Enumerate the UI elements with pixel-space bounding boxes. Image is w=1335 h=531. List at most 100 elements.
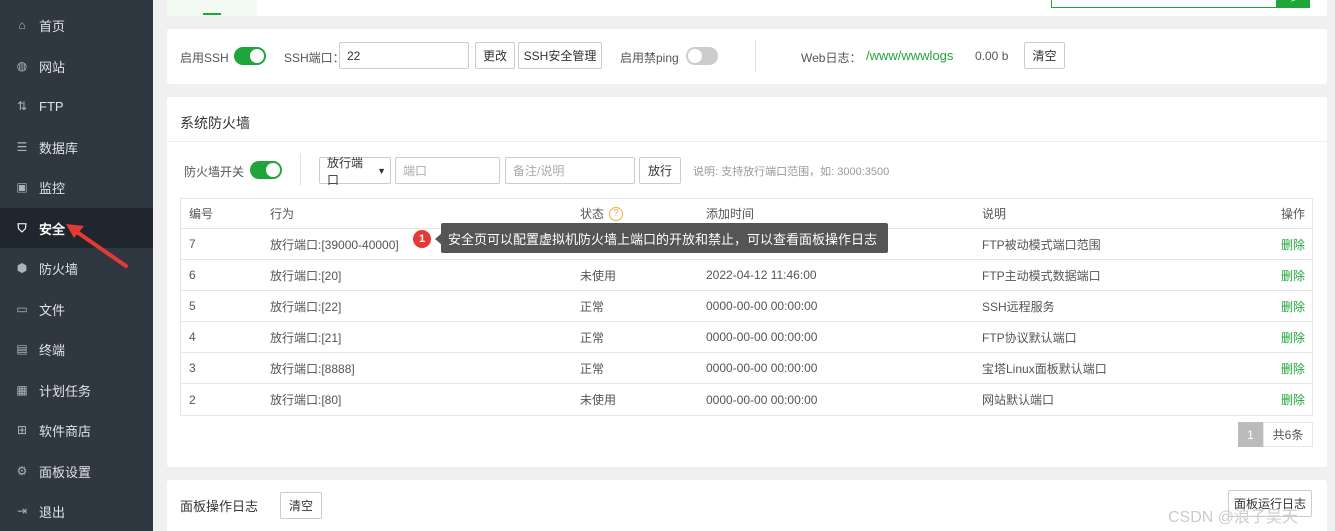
sidebar-item-label: 首页 <box>39 18 66 34</box>
weblog-label: Web日志： <box>801 51 862 65</box>
table-row: 5 放行端口:[22] 正常 0000-00-00 00:00:00 SSH远程服务 删除 <box>181 291 1312 322</box>
delete-link[interactable]: 删除 <box>1281 291 1305 321</box>
firewall-icon: ⬢ <box>16 261 28 275</box>
sidebar-item[interactable]: ⚙ 面板设置 <box>0 451 153 491</box>
firewall-title: 系统防火墙 <box>180 115 250 131</box>
sidebar-item[interactable]: ⌂ 首页 <box>0 5 153 45</box>
row-status: 正常 <box>580 361 605 376</box>
sidebar-item-label: 监控 <box>39 180 66 196</box>
allow-button[interactable]: 放行 <box>639 157 681 184</box>
delete-link[interactable]: 删除 <box>1281 322 1305 352</box>
panel-log-card <box>167 480 1327 531</box>
clear-log-button[interactable]: 清空 <box>280 492 322 519</box>
column-header-status-label: 状态 <box>580 207 605 221</box>
firewall-switch-label: 防火墙开关 <box>184 165 245 179</box>
row-id: 3 <box>189 361 196 375</box>
sidebar-item-label: 文件 <box>39 302 66 318</box>
sidebar-item-label: 计划任务 <box>39 383 92 399</box>
watermark: CSDN @浪子吴天 <box>1168 509 1299 526</box>
row-id: 6 <box>189 268 196 282</box>
row-status: 未使用 <box>580 393 617 407</box>
clear-weblog-button[interactable]: 清空 <box>1024 42 1065 69</box>
ssh-port-label: SSH端口： <box>284 51 345 65</box>
top-tab-bar: ⌕ <box>167 0 1327 16</box>
delete-link[interactable]: 删除 <box>1281 353 1305 383</box>
apps-icon: ⊞ <box>16 423 28 437</box>
ping-toggle[interactable] <box>686 47 718 65</box>
firewall-toggle[interactable] <box>250 161 282 179</box>
table-row: 3 放行端口:[8888] 正常 0000-00-00 00:00:00 宝塔Linux… <box>181 353 1312 384</box>
row-action: 放行端口:[39000-40000] <box>270 237 399 252</box>
page-current[interactable]: 1 <box>1238 422 1263 447</box>
row-desc: SSH远程服务 <box>982 299 1055 314</box>
row-time: 0000-00-00 00:00:00 <box>706 361 818 375</box>
ssh-settings-card: 启用SSH SSH端口： 22 更改 SSH安全管理 启用禁ping Web日志… <box>167 29 1327 84</box>
delete-link[interactable]: 删除 <box>1281 384 1305 415</box>
sidebar-item[interactable]: ☰ 数据库 <box>0 127 153 167</box>
row-action: 放行端口:[8888] <box>270 361 355 376</box>
row-time: 0000-00-00 00:00:00 <box>706 299 818 313</box>
search-icon: ⌕ <box>1291 0 1297 5</box>
ssh-manage-button[interactable]: SSH安全管理 <box>518 42 602 69</box>
globe-icon: ◍ <box>16 59 28 73</box>
column-header-op: 操作 <box>1280 207 1305 221</box>
row-id: 4 <box>189 330 196 344</box>
sidebar-item-label: 数据库 <box>39 140 79 156</box>
sidebar-item[interactable]: ▦ 计划任务 <box>0 370 153 410</box>
column-header-desc: 说明 <box>982 207 1007 221</box>
annotation-arrow-icon <box>66 224 128 268</box>
row-time: 0000-00-00 00:00:00 <box>706 392 818 407</box>
sidebar-item[interactable]: ◍ 网站 <box>0 46 153 86</box>
logout-icon: ⇥ <box>16 504 28 518</box>
chevron-down-icon: ▼ <box>377 165 386 176</box>
gear-icon: ⚙ <box>16 464 28 478</box>
port-input[interactable]: 端口 <box>395 157 500 184</box>
delete-link[interactable]: 删除 <box>1281 260 1305 290</box>
divider <box>755 40 756 72</box>
column-header-action: 行为 <box>270 207 295 221</box>
note-input[interactable]: 备注/说明 <box>505 157 635 184</box>
ssh-port-input[interactable]: 22 <box>339 42 469 69</box>
tab-indicator <box>203 13 221 15</box>
sidebar-item[interactable]: ▭ 文件 <box>0 289 153 329</box>
row-time: 2022-04-12 11:46:00 <box>706 268 817 282</box>
sidebar-item-label: 终端 <box>39 342 66 358</box>
rule-type-value: 放行端口 <box>327 155 364 187</box>
ftp-icon: ⇅ <box>16 99 28 113</box>
row-id: 5 <box>189 299 196 313</box>
sidebar-item-label: 退出 <box>39 504 66 520</box>
row-desc: 网站默认端口 <box>982 393 1055 407</box>
folder-icon: ▭ <box>16 302 28 316</box>
table-row: 2 放行端口:[80] 未使用 0000-00-00 00:00:00 网站默认端口 删除 <box>181 384 1312 415</box>
search-button[interactable]: ⌕ <box>1277 0 1310 8</box>
sidebar-item[interactable]: ▣ 监控 <box>0 167 153 207</box>
home-icon: ⌂ <box>18 18 26 32</box>
help-icon[interactable]: ? <box>609 206 624 221</box>
table-row: 4 放行端口:[21] 正常 0000-00-00 00:00:00 FTP协议默认端口… <box>181 322 1312 353</box>
sidebar-item[interactable]: ⇥ 退出 <box>0 491 153 531</box>
tab-active[interactable] <box>167 0 257 16</box>
sidebar-item[interactable]: ▤ 终端 <box>0 329 153 369</box>
shield-check-icon: ⛉ <box>17 220 27 235</box>
enable-ssh-label: 启用SSH <box>180 51 229 65</box>
panel-log-title: 面板操作日志 <box>180 499 259 514</box>
delete-link[interactable]: 删除 <box>1281 229 1305 259</box>
sidebar-item[interactable]: ⇅ FTP <box>0 86 153 126</box>
divider <box>167 141 1327 142</box>
row-desc: FTP主动模式数据端口 <box>982 268 1101 283</box>
ssh-toggle[interactable] <box>234 47 266 65</box>
sidebar-item[interactable]: ⊞ 软件商店 <box>0 410 153 450</box>
ping-label: 启用禁ping <box>620 51 679 65</box>
row-desc: FTP协议默认端口 <box>982 330 1077 345</box>
weblog-path-link[interactable]: /www/wwwlogs <box>866 48 953 63</box>
terminal-icon: ▤ <box>16 342 28 356</box>
database-icon: ☰ <box>16 140 28 154</box>
rule-type-select[interactable]: 放行端口 ▼ <box>319 156 391 187</box>
row-time: 0000-00-00 00:00:00 <box>706 330 818 344</box>
column-header-id: 编号 <box>189 207 214 221</box>
row-status: 正常 <box>580 330 605 345</box>
search-input[interactable] <box>1051 0 1277 8</box>
sidebar-item-label: 面板设置 <box>39 464 92 480</box>
step-badge: 1 <box>412 229 432 249</box>
change-port-button[interactable]: 更改 <box>475 42 515 69</box>
